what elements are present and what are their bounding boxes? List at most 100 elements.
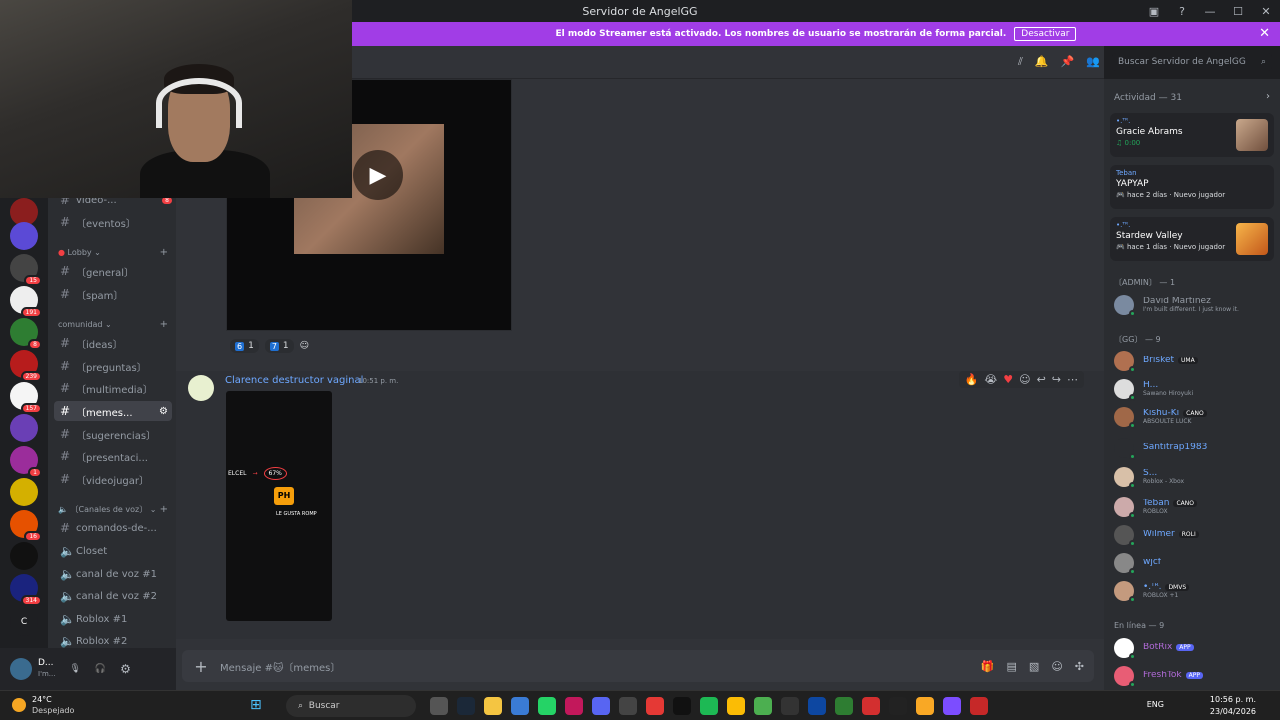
reply-icon[interactable]: ↩ <box>1037 373 1046 386</box>
member-item[interactable]: wjcf <box>1114 551 1274 575</box>
more-icon[interactable]: ⋯ <box>1067 373 1078 386</box>
close-window-icon[interactable]: ✕ <box>1252 5 1280 18</box>
crying-reaction-icon[interactable]: 😭 <box>984 373 997 386</box>
chevron-right-icon[interactable]: › <box>1266 91 1270 102</box>
heart-reaction-icon[interactable]: ♥ <box>1003 373 1013 386</box>
start-icon[interactable]: ⊞ <box>250 697 262 713</box>
add-channel-icon[interactable]: + <box>160 247 168 258</box>
voice-channel-item[interactable]: 🔈 canal de voz #2 <box>54 586 172 606</box>
server-icon[interactable]: 1 <box>10 446 42 478</box>
voice-channel-item[interactable]: 🔈 canal de voz #1 <box>54 564 172 584</box>
gift-icon[interactable]: 🎁 <box>981 660 995 673</box>
whatsapp-icon[interactable] <box>538 697 556 715</box>
activity-card[interactable]: •.ᵀᴿ. Gracie Abrams ♫ 0:00 <box>1110 113 1274 157</box>
server-icon[interactable] <box>10 222 38 250</box>
app-icon[interactable] <box>862 697 880 715</box>
members-icon[interactable]: 👥 <box>1086 55 1100 69</box>
close-banner-icon[interactable]: ✕ <box>1259 26 1270 41</box>
add-channel-icon[interactable]: + <box>160 504 168 515</box>
channel-item[interactable]: # comandos-de-... <box>54 518 172 538</box>
server-icon[interactable]: 8 <box>10 318 42 350</box>
app-icon[interactable] <box>916 697 934 715</box>
channel-item[interactable]: # 〔general〕 <box>54 261 172 281</box>
voice-channel-item[interactable]: 🔈 Roblox #1 <box>54 609 172 629</box>
member-item[interactable]: David Martinez I'm built different. I jus… <box>1114 293 1274 317</box>
bell-icon[interactable]: 🔔 <box>1035 55 1049 69</box>
avatar[interactable] <box>10 658 32 680</box>
reaction[interactable]: 71 <box>264 339 294 353</box>
member-item[interactable]: Teban CANO ROBLOX <box>1114 495 1274 519</box>
channel-item[interactable]: # 〔ideas〕 <box>54 333 172 353</box>
server-icon[interactable] <box>10 542 38 570</box>
file-explorer-icon[interactable] <box>484 697 502 715</box>
apps-icon[interactable]: ✣ <box>1075 660 1084 673</box>
forward-icon[interactable]: ↪ <box>1052 373 1061 386</box>
message-input[interactable]: Mensaje #🐱〔memes〕 <box>220 659 340 674</box>
server-icon[interactable]: 16 <box>10 510 42 542</box>
steam-icon[interactable] <box>457 697 475 715</box>
minimize-icon[interactable]: — <box>1196 5 1224 18</box>
obs-icon[interactable] <box>619 697 637 715</box>
add-reaction-icon[interactable]: ☺ <box>300 341 309 351</box>
microphone-icon[interactable]: 🎙 <box>69 664 80 674</box>
deactivate-streamer-button[interactable]: Desactivar <box>1014 27 1077 41</box>
server-icon[interactable]: 314 <box>10 574 42 606</box>
member-item[interactable]: Kishu-Ki CANO ABSOULTE LUCK <box>1114 405 1274 429</box>
channel-item[interactable]: # 〔preguntas〕 <box>54 356 172 376</box>
minecraft-icon[interactable] <box>754 697 772 715</box>
maximize-icon[interactable]: ☐ <box>1224 5 1252 18</box>
member-item[interactable]: Wilmer ROLI <box>1114 523 1274 547</box>
member-item[interactable]: H... Sawano Hiroyuki <box>1114 377 1274 401</box>
member-item[interactable]: •.ᵀᴿ. DMVS ROBLOX +1 <box>1114 579 1274 603</box>
channel-item[interactable]: # 〔sugerencias〕 <box>54 424 172 444</box>
play-icon[interactable]: ▶ <box>353 150 403 200</box>
task-view-icon[interactable] <box>430 697 448 715</box>
server-icon[interactable] <box>10 414 38 442</box>
app-icon[interactable] <box>808 697 826 715</box>
member-item[interactable]: S... Roblox - Xbox <box>1114 465 1274 489</box>
store-icon[interactable] <box>511 697 529 715</box>
inbox-icon[interactable]: ▣ <box>1140 5 1168 18</box>
app-icon[interactable] <box>646 697 664 715</box>
emoji-icon[interactable]: ☺ <box>1051 660 1062 673</box>
spotify-icon[interactable] <box>700 697 718 715</box>
app-icon[interactable] <box>781 697 799 715</box>
channel-item[interactable]: # 〔multimedia〕 <box>54 378 172 398</box>
attach-icon[interactable]: + <box>182 657 220 676</box>
sticker-icon[interactable]: ▧ <box>1029 660 1039 673</box>
server-icon[interactable]: 191 <box>10 286 42 318</box>
opera-icon[interactable] <box>565 697 583 715</box>
chrome-icon[interactable] <box>727 697 745 715</box>
category-comunidad[interactable]: comunidad ⌄ + <box>58 319 168 330</box>
server-icon[interactable]: 239 <box>10 350 42 382</box>
category-lobby[interactable]: ● Lobby ⌄ + <box>58 247 168 258</box>
channel-item[interactable]: # 〔spam〕 <box>54 284 172 304</box>
channel-item-memes[interactable]: # 〔memes... ⚙ <box>54 401 172 421</box>
activity-card[interactable]: Teban YAPYAP 🎮 hace 2 días · Nuevo jugad… <box>1110 165 1274 209</box>
gif-icon[interactable]: ▤ <box>1007 660 1017 673</box>
headphones-icon[interactable]: 🎧 <box>95 664 106 674</box>
category-voice[interactable]: 🔈 〔Canales de voz〕 ⌄ + <box>58 504 168 515</box>
server-icon[interactable]: C <box>10 608 38 636</box>
language-indicator[interactable]: ENG <box>1147 700 1164 709</box>
message-author[interactable]: Clarence destructor vaginal <box>225 375 363 386</box>
channel-item[interactable]: # 〔eventos〕 <box>54 212 172 232</box>
help-icon[interactable]: ? <box>1168 5 1196 18</box>
member-item[interactable]: Brisket UMA <box>1114 349 1274 373</box>
server-icon[interactable]: 157 <box>10 382 42 414</box>
weather-widget[interactable]: 24°C Despejado <box>12 694 74 716</box>
xbox-icon[interactable] <box>835 697 853 715</box>
discord-icon[interactable] <box>592 697 610 715</box>
taskbar-search[interactable]: ⌕ Buscar <box>286 695 416 717</box>
pin-icon[interactable]: 📌 <box>1061 55 1075 69</box>
reaction[interactable]: 61 <box>230 339 259 353</box>
voice-channel-item[interactable]: 🔈 Closet <box>54 541 172 561</box>
avatar[interactable] <box>188 375 214 401</box>
search-input[interactable]: Buscar Servidor de AngelGG <box>1118 57 1246 67</box>
settings-icon[interactable]: ⚙ <box>120 662 131 676</box>
activity-card[interactable]: •.ᵀᴿ. Stardew Valley 🎮 hace 1 días · Nue… <box>1110 217 1274 261</box>
app-icon[interactable] <box>943 697 961 715</box>
member-item[interactable]: BotRix APP <box>1114 636 1274 660</box>
server-icon[interactable]: 15 <box>10 254 42 286</box>
tiktok-icon[interactable] <box>673 697 691 715</box>
